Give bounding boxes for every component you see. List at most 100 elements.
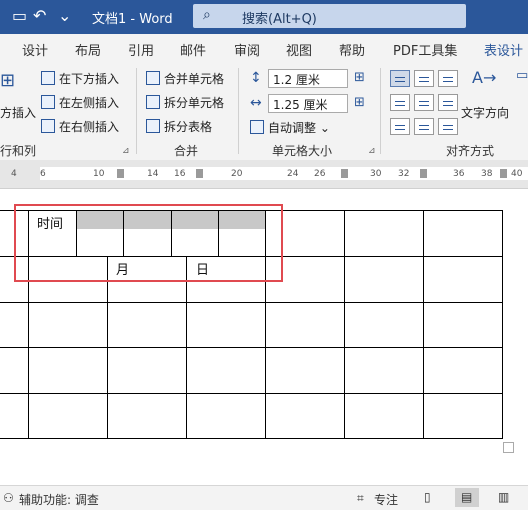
table-border (0, 302, 502, 303)
column-width-value: 1.25 厘米 (273, 98, 328, 112)
ruler-label: 40 (511, 169, 523, 179)
merge-cells-icon (146, 71, 160, 85)
column-width-input[interactable]: 1.25 厘米 (268, 94, 348, 113)
table-border (0, 438, 502, 439)
align-middle-left-button[interactable] (390, 94, 410, 111)
ruler-label: 32 (398, 169, 410, 179)
accessibility-icon: ⚇ (3, 491, 14, 505)
ruler-column-marker[interactable] (117, 169, 124, 178)
document-page[interactable]: 时间 月 日 (0, 189, 528, 485)
split-table-button[interactable]: 拆分表格 (146, 118, 212, 135)
search-box[interactable]: ⌕ 搜索(Alt+Q) (193, 4, 466, 28)
group-label-alignment: 对齐方式 (446, 144, 495, 158)
cell-margins-icon: ▭ (516, 68, 528, 83)
tab-design[interactable]: 设计 (22, 40, 48, 59)
table-border (0, 393, 502, 394)
merge-cells-button[interactable]: 合并单元格 (146, 70, 224, 87)
align-middle-center-button[interactable] (414, 94, 434, 111)
align-top-left-button[interactable] (390, 70, 410, 87)
row-height-value: 1.2 厘米 (273, 73, 320, 87)
insert-left-icon (41, 95, 55, 109)
horizontal-ruler[interactable]: 4 6 10 14 16 20 24 26 30 32 36 38 40 (0, 160, 528, 189)
web-layout-icon: ▥ (498, 490, 510, 504)
document-title: 文档1 - Word (92, 12, 173, 27)
ruler-column-marker[interactable] (500, 169, 507, 178)
tab-mailings[interactable]: 邮件 (180, 40, 206, 59)
ruler-label: 36 (453, 169, 465, 179)
accessibility-status[interactable]: 辅助功能: 调查 (19, 491, 99, 508)
print-layout-button[interactable]: ▤ (455, 488, 479, 507)
split-cells-button[interactable]: 拆分单元格 (146, 94, 224, 111)
row-height-icon: ↕ (250, 70, 262, 86)
focus-icon: ⌗ (357, 491, 364, 505)
tab-review[interactable]: 审阅 (234, 40, 260, 59)
table-border (0, 347, 502, 348)
insert-right-button[interactable]: 在右侧插入 (41, 118, 119, 135)
table-border (502, 210, 503, 439)
align-top-right-button[interactable] (438, 70, 458, 87)
read-mode-button[interactable]: ▯ (418, 488, 442, 507)
group-label-merge: 合并 (174, 144, 199, 158)
status-bar: ⚇ 辅助功能: 调查 ⌗ 专注 ▯ ▤ ▥ (0, 485, 528, 510)
tab-pdf-tools[interactable]: PDF工具集 (393, 40, 457, 59)
title-bar: ▭ ↶ ⌄ 文档1 - Word ⌕ 搜索(Alt+Q) (0, 0, 528, 34)
split-cells-label: 拆分单元格 (164, 96, 225, 110)
tab-table-design[interactable]: 表设计 (484, 40, 523, 59)
insert-below-button[interactable]: 在下方插入 (41, 70, 119, 87)
table-resize-handle[interactable] (503, 442, 514, 453)
row-height-input[interactable]: 1.2 厘米 (268, 69, 348, 88)
align-middle-right-button[interactable] (438, 94, 458, 111)
align-top-center-button[interactable] (414, 70, 434, 87)
split-table-label: 拆分表格 (164, 120, 213, 134)
undo-icon[interactable]: ↶ (33, 6, 46, 25)
read-mode-icon: ▯ (424, 490, 431, 504)
divider (380, 68, 381, 154)
ribbon: ⊞ 方插入 在下方插入 在左侧插入 在右侧插入 行和列 ⊿ 合并单元格 拆分单元… (0, 62, 528, 161)
ruler-label: 10 (93, 169, 105, 179)
ruler-label: 6 (40, 169, 46, 179)
save-icon[interactable]: ▭ (12, 6, 27, 25)
group-label-cell-size: 单元格大小 (272, 144, 333, 158)
ruler-column-marker[interactable] (420, 169, 427, 178)
group-label-rows-cols: 行和列 (0, 144, 37, 158)
autofit-icon (250, 120, 264, 134)
tab-references[interactable]: 引用 (128, 40, 154, 59)
print-layout-icon: ▤ (461, 490, 473, 504)
table-border (344, 210, 345, 439)
table-border (423, 210, 424, 439)
insert-right-label: 在右侧插入 (59, 120, 120, 134)
tab-layout[interactable]: 布局 (75, 40, 101, 59)
align-bottom-right-button[interactable] (438, 118, 458, 135)
search-label: 搜索(Alt+Q) (242, 12, 317, 27)
merge-cells-label: 合并单元格 (164, 72, 225, 86)
focus-button[interactable]: 专注 (374, 491, 398, 508)
insert-left-button[interactable]: 在左侧插入 (41, 94, 119, 111)
web-layout-button[interactable]: ▥ (492, 488, 516, 507)
table-border (107, 256, 108, 439)
text-direction-button[interactable]: 文字方向 (461, 104, 509, 121)
insert-left-label: 在左侧插入 (59, 96, 120, 110)
distribute-columns-icon[interactable]: ⊞ (354, 95, 365, 110)
insert-above-icon: ⊞ (0, 70, 16, 91)
ruler-column-marker[interactable] (341, 169, 348, 178)
align-bottom-center-button[interactable] (414, 118, 434, 135)
redo-icon[interactable]: ⌄ (58, 6, 71, 25)
ruler-label: 26 (314, 169, 326, 179)
ruler-label: 16 (174, 169, 186, 179)
ruler-label: 20 (231, 169, 243, 179)
table-border (186, 256, 187, 439)
autofit-button[interactable]: 自动调整 ⌄ (250, 119, 330, 136)
cell-size-launcher-icon[interactable]: ⊿ (368, 146, 376, 156)
insert-above-button[interactable]: 方插入 (0, 104, 36, 121)
ruler-column-marker[interactable] (196, 169, 203, 178)
split-cells-icon (146, 95, 160, 109)
rows-cols-launcher-icon[interactable]: ⊿ (122, 146, 130, 156)
tab-help[interactable]: 帮助 (339, 40, 365, 59)
insert-below-icon (41, 71, 55, 85)
divider (136, 68, 137, 154)
column-width-icon: ↔ (250, 95, 262, 111)
ruler-label: 14 (147, 169, 159, 179)
distribute-rows-icon[interactable]: ⊞ (354, 70, 365, 85)
align-bottom-left-button[interactable] (390, 118, 410, 135)
tab-view[interactable]: 视图 (286, 40, 312, 59)
